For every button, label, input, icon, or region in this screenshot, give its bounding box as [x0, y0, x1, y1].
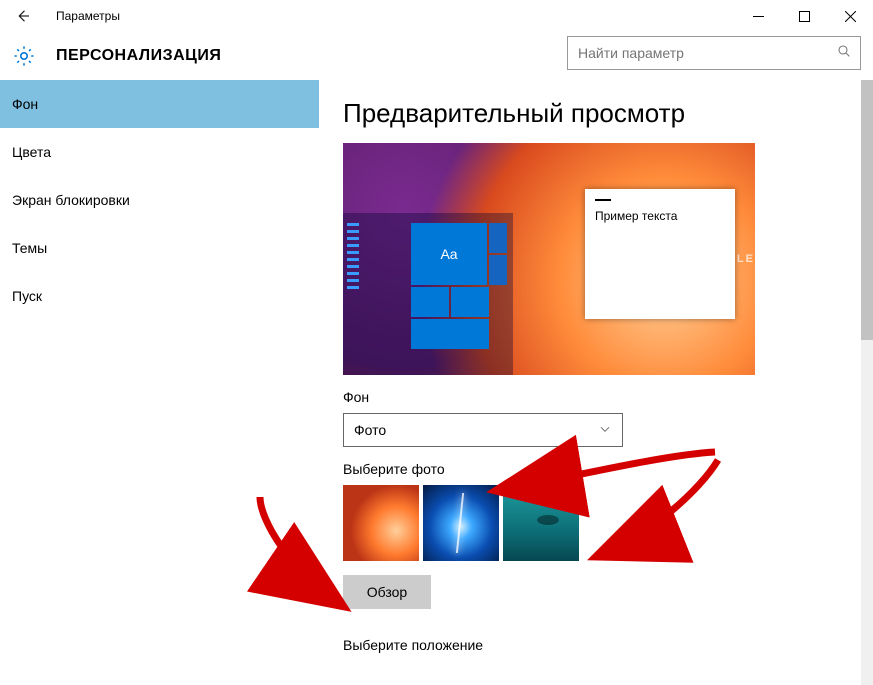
search-input[interactable]: [568, 37, 860, 69]
photo-thumbnail-1[interactable]: [343, 485, 419, 561]
sidebar: Фон Цвета Экран блокировки Темы Пуск: [0, 80, 319, 685]
scrollbar[interactable]: [861, 80, 873, 685]
browse-button[interactable]: Обзор: [343, 575, 431, 609]
photo-thumbnails: [343, 485, 873, 561]
aa-label: Aa: [440, 246, 457, 262]
minimize-icon: [753, 11, 764, 22]
preview-start-menu: Aa: [343, 213, 513, 375]
sidebar-item-background[interactable]: Фон: [0, 80, 319, 128]
preview-image: EDIBLE Aa Пример текста: [343, 143, 755, 375]
sidebar-item-start[interactable]: Пуск: [0, 272, 319, 320]
maximize-icon: [799, 11, 810, 22]
search-box[interactable]: [567, 36, 861, 70]
photo-thumbnail-3[interactable]: [503, 485, 579, 561]
back-button[interactable]: [0, 0, 46, 32]
sidebar-item-label: Темы: [12, 240, 47, 256]
sidebar-item-label: Пуск: [12, 288, 42, 304]
header: ПЕРСОНАЛИЗАЦИЯ: [0, 32, 873, 80]
sidebar-item-colors[interactable]: Цвета: [0, 128, 319, 176]
photo-thumbnail-2[interactable]: [423, 485, 499, 561]
sidebar-item-label: Цвета: [12, 144, 51, 160]
choose-fit-label: Выберите положение: [343, 637, 873, 653]
settings-window: Параметры ПЕРСОНАЛИЗАЦИЯ Фон: [0, 0, 873, 685]
sidebar-item-themes[interactable]: Темы: [0, 224, 319, 272]
preview-heading: Предварительный просмотр: [343, 98, 873, 129]
preview-tile-large: Aa: [411, 223, 487, 285]
preview-sample-window: Пример текста: [585, 189, 735, 319]
content-pane: Предварительный просмотр EDIBLE Aa: [319, 80, 873, 685]
window-controls: [735, 0, 873, 32]
close-button[interactable]: [827, 0, 873, 32]
close-icon: [845, 11, 856, 22]
dropdown-value: Фото: [354, 422, 386, 438]
search-icon: [836, 43, 852, 64]
minimize-button[interactable]: [735, 0, 781, 32]
background-label: Фон: [343, 389, 873, 405]
preview-start-list: [347, 223, 359, 293]
browse-label: Обзор: [367, 584, 407, 600]
titlebar: Параметры: [0, 0, 873, 32]
sidebar-item-label: Экран блокировки: [12, 192, 130, 208]
page-title: ПЕРСОНАЛИЗАЦИЯ: [56, 47, 221, 65]
background-type-dropdown[interactable]: Фото: [343, 413, 623, 447]
arrow-left-icon: [14, 7, 32, 25]
maximize-button[interactable]: [781, 0, 827, 32]
choose-photo-label: Выберите фото: [343, 461, 873, 477]
sample-text: Пример текста: [595, 209, 725, 223]
scroll-thumb[interactable]: [861, 80, 873, 340]
sidebar-item-lockscreen[interactable]: Экран блокировки: [0, 176, 319, 224]
chevron-down-icon: [598, 422, 612, 439]
body: Фон Цвета Экран блокировки Темы Пуск Пре…: [0, 80, 873, 685]
window-title: Параметры: [56, 9, 120, 23]
sidebar-item-label: Фон: [12, 96, 38, 112]
gear-icon: [10, 42, 38, 70]
